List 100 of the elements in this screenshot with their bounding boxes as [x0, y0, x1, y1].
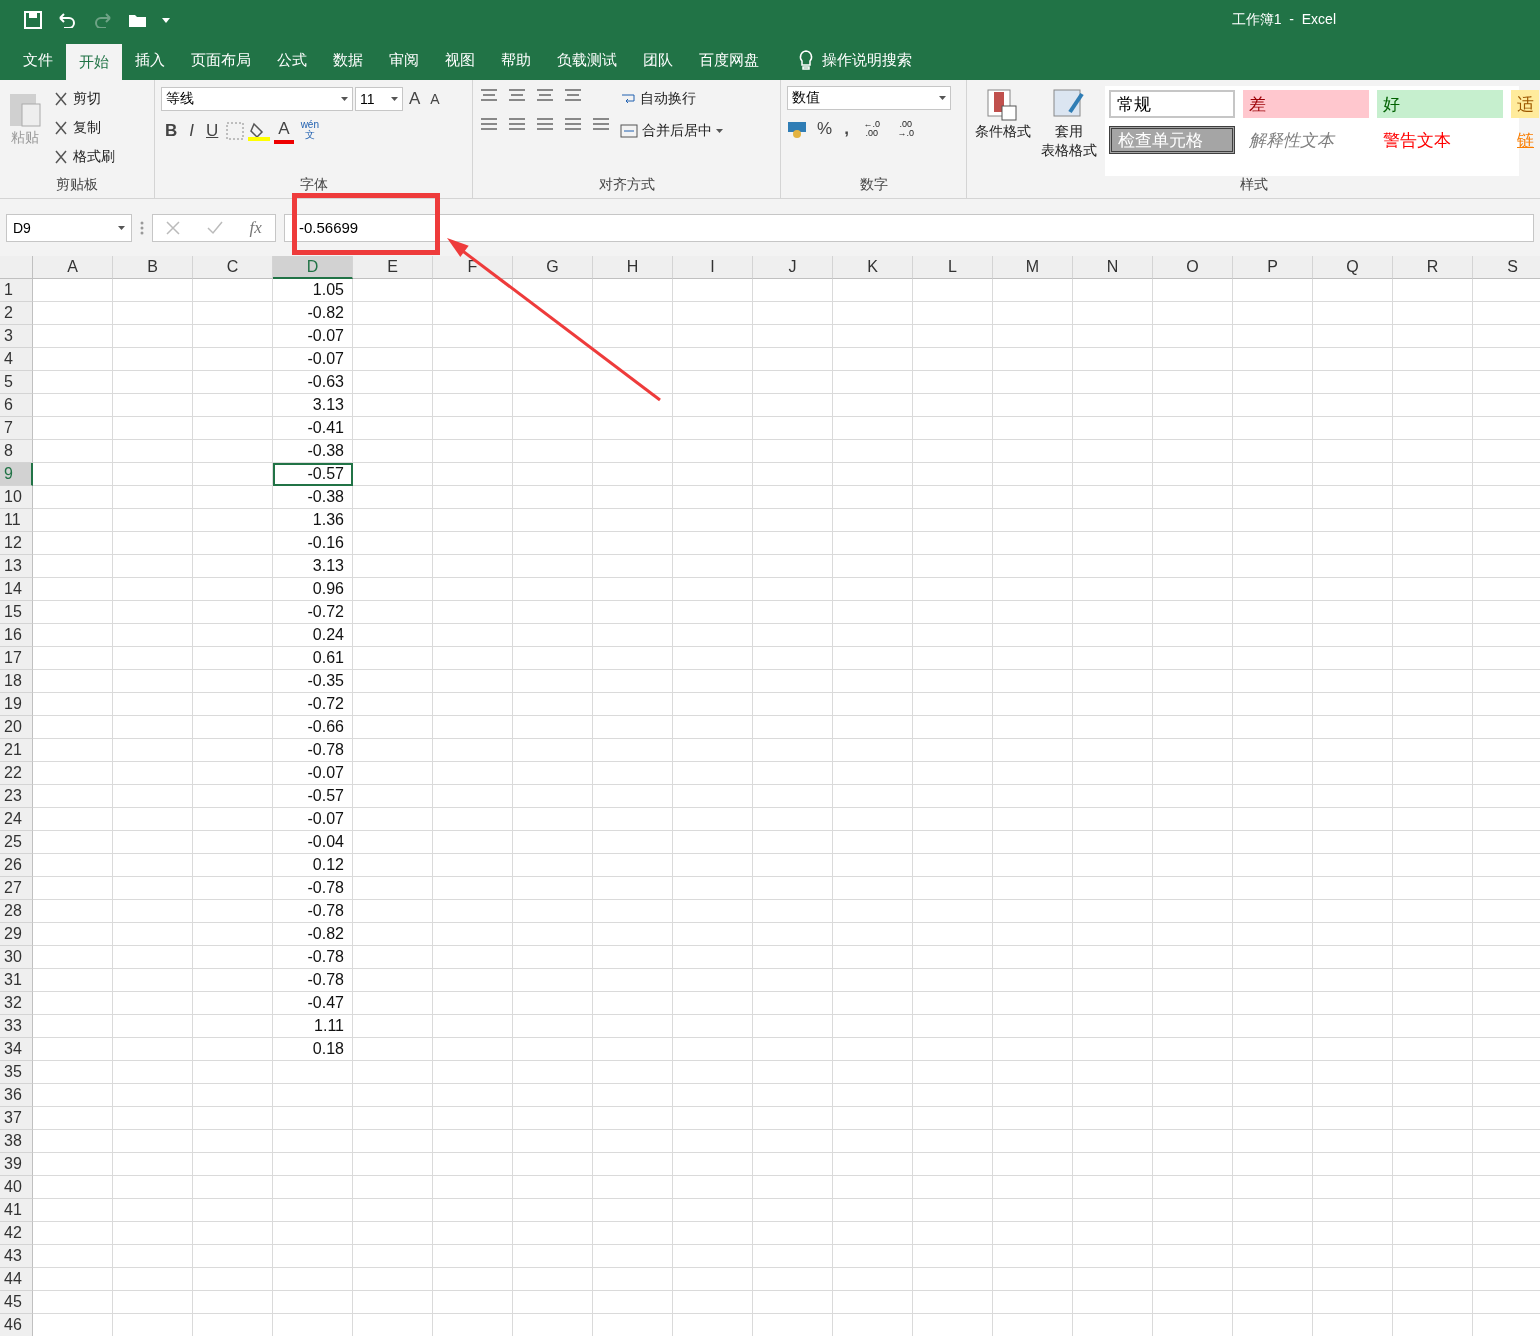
row-header[interactable]: 11 — [0, 509, 33, 532]
column-header[interactable]: M — [993, 256, 1073, 279]
ribbon-tab[interactable]: 公式 — [264, 40, 320, 80]
clipboard-button[interactable]: 格式刷 — [50, 144, 118, 170]
ribbon-tab[interactable]: 审阅 — [376, 40, 432, 80]
column-header[interactable]: A — [33, 256, 113, 279]
cell-style[interactable]: 警告文本 — [1377, 126, 1503, 154]
column-header[interactable]: R — [1393, 256, 1473, 279]
insert-function-button[interactable]: fx — [249, 217, 262, 238]
underline-button[interactable]: U — [202, 118, 223, 144]
shrink-font-button[interactable]: A — [426, 86, 444, 112]
ribbon-tab[interactable]: 页面布局 — [178, 40, 264, 80]
ribbon-tab[interactable]: 负载测试 — [544, 40, 630, 80]
fill-color-icon[interactable] — [248, 121, 271, 141]
conditional-format-button[interactable]: 条件格式 — [973, 86, 1033, 176]
row-header[interactable]: 41 — [0, 1199, 33, 1222]
row-header[interactable]: 14 — [0, 578, 33, 601]
row-header[interactable]: 30 — [0, 946, 33, 969]
column-header[interactable]: K — [833, 256, 913, 279]
row-header[interactable]: 24 — [0, 808, 33, 831]
row-header[interactable]: 40 — [0, 1176, 33, 1199]
row-header[interactable]: 32 — [0, 992, 33, 1015]
row-header[interactable]: 38 — [0, 1130, 33, 1153]
tell-me-search[interactable]: 操作说明搜索 — [792, 40, 918, 80]
row-header[interactable]: 13 — [0, 555, 33, 578]
enter-icon[interactable] — [206, 220, 223, 235]
row-header[interactable]: 20 — [0, 716, 33, 739]
align-icon[interactable] — [563, 86, 583, 104]
decrease-decimal-button[interactable]: .00 →.0 — [890, 116, 921, 142]
column-header[interactable]: O — [1153, 256, 1233, 279]
column-header[interactable]: S — [1473, 256, 1540, 279]
percent-button[interactable]: % — [813, 116, 837, 142]
ribbon-tab[interactable]: 视图 — [432, 40, 488, 80]
cell-style[interactable]: 适 — [1511, 90, 1539, 118]
row-header[interactable]: 3 — [0, 325, 33, 348]
row-header[interactable]: 43 — [0, 1245, 33, 1268]
column-header[interactable]: P — [1233, 256, 1313, 279]
clipboard-button[interactable]: 复制 — [50, 115, 118, 141]
row-header[interactable]: 8 — [0, 440, 33, 463]
row-header[interactable]: 12 — [0, 532, 33, 555]
row-header[interactable]: 19 — [0, 693, 33, 716]
folder-icon[interactable] — [128, 12, 148, 28]
font-name-field[interactable]: 等线 — [161, 87, 353, 111]
save-icon[interactable] — [24, 11, 42, 29]
clipboard-button[interactable]: 剪切 — [50, 86, 118, 112]
row-header[interactable]: 31 — [0, 969, 33, 992]
formula-field[interactable]: -0.56699 — [284, 213, 1534, 242]
row-header[interactable]: 17 — [0, 647, 33, 670]
number-format-field[interactable]: 数值 — [787, 86, 951, 110]
currency-icon[interactable] — [787, 120, 809, 138]
cell-style[interactable]: 好 — [1377, 90, 1503, 118]
customize-icon[interactable] — [162, 16, 170, 24]
row-header[interactable]: 33 — [0, 1015, 33, 1038]
row-header[interactable]: 27 — [0, 877, 33, 900]
ribbon-tab[interactable]: 帮助 — [488, 40, 544, 80]
row-header[interactable]: 15 — [0, 601, 33, 624]
row-header[interactable]: 16 — [0, 624, 33, 647]
ribbon-tab[interactable]: 插入 — [122, 40, 178, 80]
ribbon-tab[interactable]: 团队 — [630, 40, 686, 80]
borders-icon[interactable] — [226, 122, 245, 140]
row-header[interactable]: 29 — [0, 923, 33, 946]
row-header[interactable]: 28 — [0, 900, 33, 923]
row-header[interactable]: 7 — [0, 417, 33, 440]
row-header[interactable]: 5 — [0, 371, 33, 394]
row-header[interactable]: 37 — [0, 1107, 33, 1130]
cell-style[interactable]: 解释性文本 — [1243, 126, 1369, 154]
row-header[interactable]: 42 — [0, 1222, 33, 1245]
column-header[interactable]: L — [913, 256, 993, 279]
align-icon[interactable] — [479, 86, 499, 104]
row-header[interactable]: 2 — [0, 302, 33, 325]
column-header[interactable]: J — [753, 256, 833, 279]
column-header[interactable]: H — [593, 256, 673, 279]
column-header[interactable]: N — [1073, 256, 1153, 279]
row-header[interactable]: 39 — [0, 1153, 33, 1176]
row-header[interactable]: 1 — [0, 279, 33, 302]
column-header[interactable]: D — [273, 256, 353, 279]
row-header[interactable]: 46 — [0, 1314, 33, 1336]
cell-style[interactable]: 差 — [1243, 90, 1369, 118]
cell-style[interactable]: 常规 — [1109, 90, 1235, 118]
row-header[interactable]: 25 — [0, 831, 33, 854]
phonetic-button[interactable]: wén 文 — [297, 118, 322, 144]
column-header[interactable]: G — [513, 256, 593, 279]
comma-button[interactable]: , — [840, 116, 853, 142]
ribbon-tab[interactable]: 数据 — [320, 40, 376, 80]
row-header[interactable]: 34 — [0, 1038, 33, 1061]
ribbon-tab[interactable]: 开始 — [66, 44, 122, 80]
font-color-button[interactable]: A — [274, 118, 294, 144]
row-header[interactable]: 26 — [0, 854, 33, 877]
italic-button[interactable]: I — [185, 118, 198, 144]
column-header[interactable]: C — [193, 256, 273, 279]
grow-font-button[interactable]: A — [405, 86, 425, 112]
redo-icon[interactable] — [92, 12, 114, 28]
align-icon[interactable] — [535, 86, 555, 104]
row-header[interactable]: 18 — [0, 670, 33, 693]
row-header[interactable]: 44 — [0, 1268, 33, 1291]
cancel-icon[interactable] — [166, 220, 181, 235]
row-header[interactable]: 36 — [0, 1084, 33, 1107]
row-header[interactable]: 21 — [0, 739, 33, 762]
row-header[interactable]: 45 — [0, 1291, 33, 1314]
column-header[interactable]: I — [673, 256, 753, 279]
